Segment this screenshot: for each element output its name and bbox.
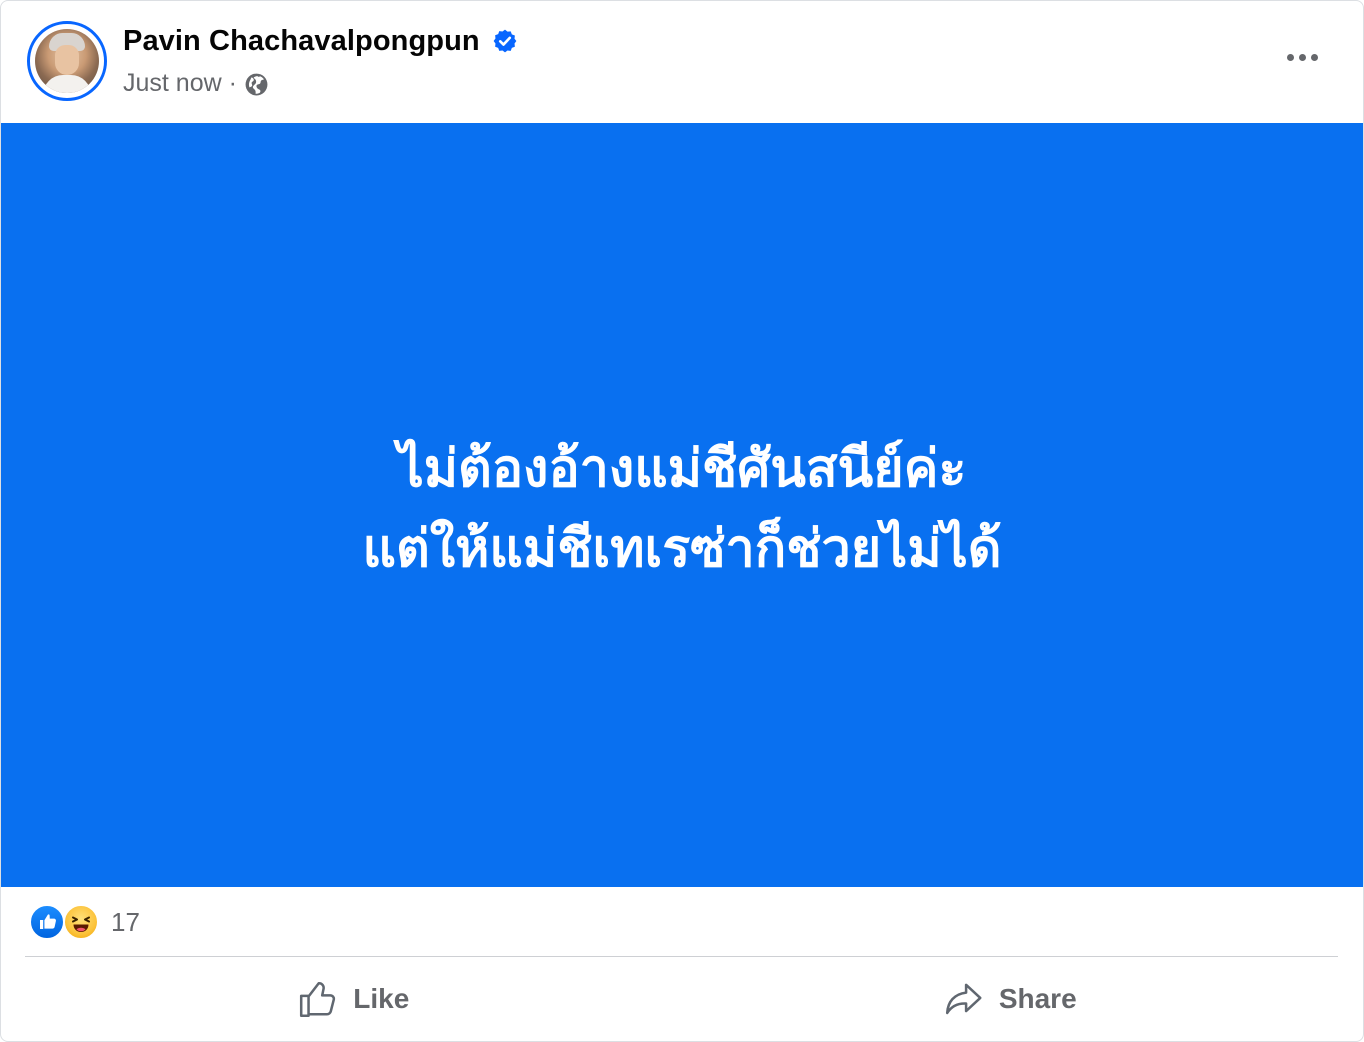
actions-divider	[25, 956, 1338, 957]
post-text-background[interactable]: ไม่ต้องอ้างแม่ชีศันสนีย์ค่ะ แต่ให้แม่ชีเ…	[1, 123, 1363, 887]
share-arrow-icon	[945, 983, 982, 1015]
author-row: Pavin Chachavalpongpun	[123, 23, 518, 59]
avatar[interactable]	[35, 29, 99, 93]
post-card: Pavin Chachavalpongpun Just now · ไม่ต้อ…	[0, 0, 1364, 1042]
post-text: ไม่ต้องอ้างแม่ชีศันสนีย์ค่ะ แต่ให้แม่ชีเ…	[362, 429, 1001, 589]
post-text-line: ไม่ต้องอ้างแม่ชีศันสนีย์ค่ะ	[397, 439, 967, 499]
avatar-face	[55, 45, 79, 75]
globe-icon[interactable]	[244, 72, 269, 97]
reactions-summary[interactable]: 17	[29, 903, 140, 941]
more-options-dot	[1310, 53, 1318, 61]
share-button[interactable]: Share	[682, 961, 1339, 1037]
more-options-dot	[1286, 53, 1294, 61]
like-button[interactable]: Like	[25, 961, 682, 1037]
meta-separator: ·	[228, 68, 237, 97]
author-name[interactable]: Pavin Chachavalpongpun	[123, 25, 480, 58]
share-label: Share	[998, 983, 1077, 1014]
post-meta: Just now ·	[123, 67, 269, 99]
avatar-story-ring[interactable]	[27, 21, 107, 101]
verified-badge-icon	[492, 28, 518, 54]
post-actions-bar: Like Share	[25, 961, 1338, 1037]
post-header: Pavin Chachavalpongpun Just now ·	[1, 1, 1363, 123]
post-timestamp[interactable]: Just now	[123, 69, 222, 98]
post-text-line: แต่ให้แม่ชีเทเรซ่าก็ช่วยไม่ได้	[362, 519, 1002, 579]
thumbs-up-icon	[300, 981, 336, 1018]
avatar-shirt	[43, 75, 91, 93]
haha-reaction-icon	[63, 904, 99, 940]
more-options-dot	[1298, 53, 1306, 61]
like-label: Like	[353, 983, 410, 1014]
more-options-button[interactable]	[1279, 39, 1325, 75]
reaction-count: 17	[111, 906, 140, 937]
like-reaction-icon	[29, 904, 65, 940]
